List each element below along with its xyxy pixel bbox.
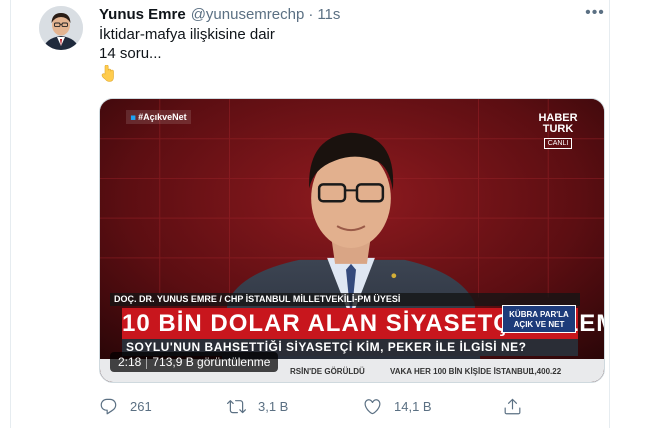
tweet-text-line-2: 14 soru... [99, 45, 162, 62]
video-player[interactable]: ▪ #AçıkveNet HABER TURK CANLI DOÇ. DR. YU… [99, 98, 605, 383]
share-icon [504, 398, 521, 414]
tweet-text-line-3 [99, 63, 599, 88]
author-handle[interactable]: @yunusemrechp [191, 6, 305, 23]
program-badge-line-1: KÜBRA PAR'LA [509, 310, 569, 319]
twitter-bird-icon: ▪ [130, 113, 137, 123]
retweet-count: 3,1 B [258, 398, 289, 414]
ticker-item-2: VAKA HER 100 BİN KİŞİDE İSTANBUL [390, 367, 534, 376]
header-separator: · [308, 5, 314, 23]
channel-logo: HABER TURK CANLI [534, 113, 582, 149]
tweet-time[interactable]: 11s [317, 6, 340, 23]
tweet-header: Yunus Emre @yunusemrechp · 11s [99, 4, 619, 24]
more-options-button[interactable]: ••• [583, 1, 607, 25]
reply-icon [100, 398, 117, 414]
retweet-button[interactable]: 3,1 B [227, 394, 288, 418]
share-button[interactable] [503, 394, 522, 418]
overlay-divider [146, 356, 148, 369]
reply-button[interactable]: 261 [99, 394, 152, 418]
channel-logo-line-2: TURK [542, 123, 574, 135]
avatar[interactable] [39, 6, 83, 50]
tweet-text: İktidar-mafya ilişkisine dair 14 soru... [99, 25, 599, 88]
ticker-item-3: 1,400.22 [530, 367, 562, 376]
video-info-overlay: 2:18 713,9 B görüntülenme [110, 352, 279, 372]
like-count: 14,1 B [394, 398, 432, 414]
video-views: 713,9 B görüntülenme [152, 355, 271, 369]
program-badge: KÜBRA PAR'LA AÇIK VE NET [502, 305, 576, 333]
video-duration: 2:18 [118, 355, 142, 369]
hashtag-text: #AçıkveNet [138, 112, 187, 122]
like-button[interactable]: 14,1 B [363, 394, 432, 418]
like-icon [364, 398, 381, 414]
ticker-item-1: RSİN'DE GÖRÜLDÜ [290, 367, 365, 376]
author-name[interactable]: Yunus Emre [99, 6, 186, 23]
hashtag-tag: ▪ #AçıkveNet [126, 110, 191, 124]
tweet-card[interactable]: Yunus Emre @yunusemrechp · 11s ••• İktid… [10, 0, 610, 428]
tweet-actions: 261 3,1 B 14,1 B [99, 394, 609, 418]
program-badge-line-2: AÇIK VE NET [513, 320, 565, 329]
reply-count: 261 [130, 398, 152, 414]
live-badge: CANLI [543, 138, 573, 149]
backhand-index-pointing-down-icon [101, 65, 114, 82]
tweet-text-line-1: İktidar-mafya ilişkisine dair [99, 26, 275, 43]
retweet-icon [227, 399, 246, 413]
avatar-image [39, 6, 83, 50]
